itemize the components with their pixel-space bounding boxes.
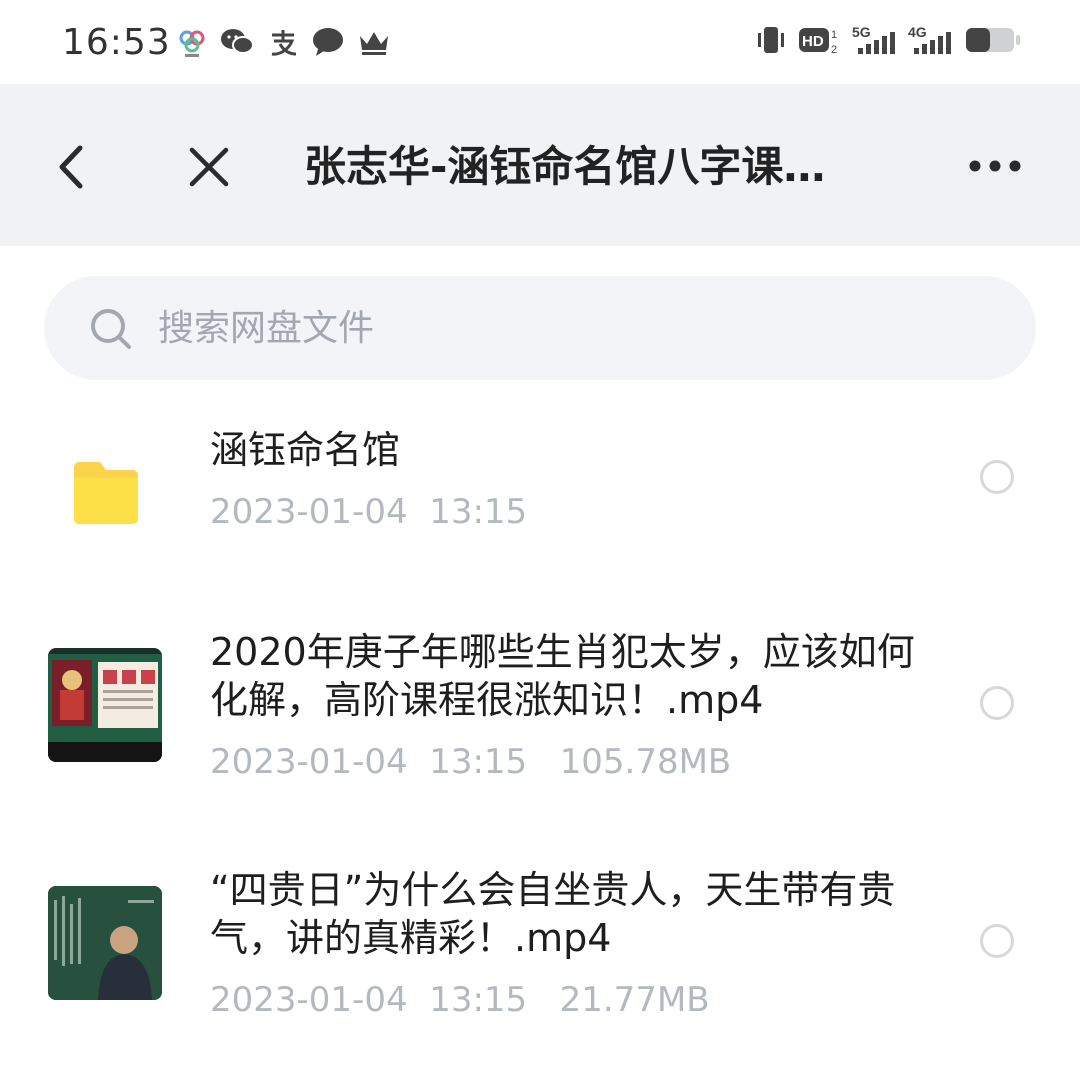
svg-text:2: 2 xyxy=(831,44,837,56)
file-meta: 2023-01-04 13:15 21.77MB xyxy=(210,980,710,1020)
crown-icon xyxy=(360,32,388,55)
search-input[interactable] xyxy=(158,298,978,358)
4g-signal-icon: 4G xyxy=(908,24,951,54)
select-checkbox[interactable] xyxy=(980,460,1014,494)
4g-label: 4G xyxy=(908,24,927,40)
video-thumbnail xyxy=(48,648,162,762)
search-box[interactable] xyxy=(44,276,1036,380)
select-checkbox[interactable] xyxy=(980,924,1014,958)
vibrate-icon xyxy=(758,27,784,53)
search-icon xyxy=(91,309,131,349)
title-bar: 张志华-涵钰命名馆八字课… xyxy=(0,84,1080,246)
wheel-app-icon xyxy=(179,30,205,57)
video-thumbnail xyxy=(48,886,162,1000)
file-name: 涵钰命名馆 xyxy=(210,428,401,472)
message-icon xyxy=(313,28,343,56)
file-meta: 2023-01-04 13:15 105.78MB xyxy=(210,742,732,782)
file-name: “四贵日”为什么会自坐贵人，天生带有贵气，讲的真精彩！.mp4 xyxy=(210,868,896,960)
file-row-video[interactable]: 2020年庚子年哪些生肖犯太岁，应该如何化解，高阶课程很涨知识！.mp4 202… xyxy=(0,620,1080,800)
status-bar: 16:53 HD 1 2 5G 4G xyxy=(0,0,1080,84)
5g-label: 5G xyxy=(852,24,871,40)
chevron-left-icon xyxy=(59,145,83,189)
file-row-video[interactable]: “四贵日”为什么会自坐贵人，天生带有贵气，讲的真精彩！.mp4 2023-01-… xyxy=(0,858,1080,1038)
back-button[interactable] xyxy=(50,140,94,194)
select-checkbox[interactable] xyxy=(980,686,1014,720)
5g-signal-icon: 5G xyxy=(852,24,895,54)
file-name: 2020年庚子年哪些生肖犯太岁，应该如何化解，高阶课程很涨知识！.mp4 xyxy=(210,630,915,722)
svg-text:1: 1 xyxy=(831,29,837,41)
close-button[interactable] xyxy=(186,144,232,190)
more-options-button[interactable] xyxy=(966,154,1024,178)
close-icon xyxy=(189,147,229,187)
status-indicators: HD 1 2 5G 4G xyxy=(754,24,1022,56)
page-title: 张志华-涵钰命名馆八字课… xyxy=(304,142,826,191)
battery-icon xyxy=(966,28,1020,52)
status-app-icons xyxy=(178,26,390,58)
more-icon xyxy=(969,160,1021,172)
status-time: 16:53 xyxy=(62,22,171,63)
alipay-icon xyxy=(271,30,297,56)
file-meta: 2023-01-04 13:15 xyxy=(210,492,528,532)
hd2-icon: HD 1 2 xyxy=(799,28,837,56)
folder-icon xyxy=(74,462,138,524)
file-row-folder[interactable]: 涵钰命名馆 2023-01-04 13:15 xyxy=(0,406,1080,566)
hd-label: HD xyxy=(802,33,824,50)
wechat-icon xyxy=(221,29,254,54)
